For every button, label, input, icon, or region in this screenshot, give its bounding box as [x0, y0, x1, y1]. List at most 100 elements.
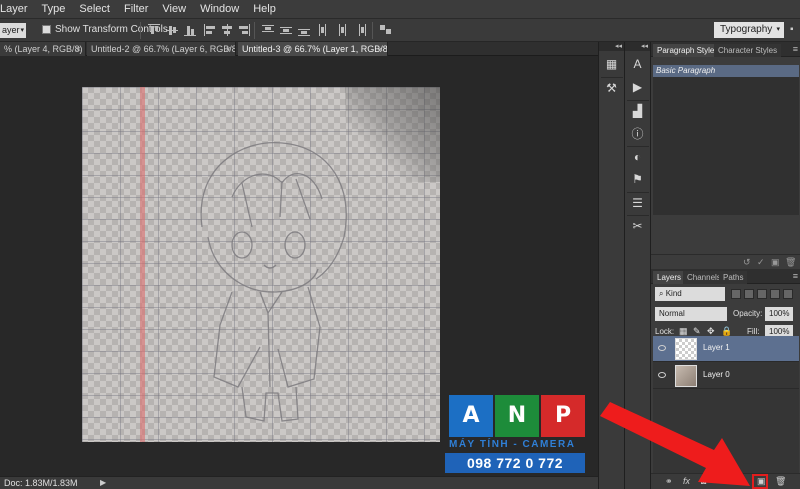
distribute-vcenter-icon[interactable] — [280, 24, 292, 36]
collapse-icon[interactable]: ◂◂ — [599, 42, 624, 51]
info-icon[interactable]: ⓘ — [627, 123, 649, 143]
new-style-icon[interactable]: ▣ — [771, 257, 780, 268]
logo-letter-p: P — [541, 395, 585, 437]
tab-untitled-3[interactable]: Untitled-3 @ 66.7% (Layer 1, RGB/8) * × — [238, 42, 388, 56]
align-vcenter-icon[interactable] — [166, 24, 178, 36]
panel-menu-icon[interactable]: ≡ — [793, 271, 798, 281]
layer-thumbnail — [675, 338, 697, 360]
layer-name: Layer 1 — [703, 343, 730, 352]
paragraph-styles-footer: ↺ ✓ ▣ 🗑 — [651, 254, 800, 269]
clear-override-icon[interactable]: ↺ — [743, 257, 751, 268]
align-top-icon[interactable] — [148, 24, 160, 36]
play-icon[interactable]: ▶ — [100, 478, 106, 487]
eye-icon[interactable] — [658, 372, 666, 378]
blend-row: Normal Opacity: 100% — [655, 307, 797, 321]
redefine-style-icon[interactable]: ✓ — [757, 257, 765, 268]
paragraph-styles-tabs: Paragraph Styles Character Styles ≡ — [651, 42, 800, 57]
filter-smart-object-icon[interactable] — [783, 289, 793, 299]
logo-phone: 098 772 0 772 — [445, 453, 585, 473]
adjustments-icon[interactable]: ◐ — [626, 146, 649, 166]
close-icon[interactable]: × — [76, 42, 81, 56]
panel-menu-icon[interactable]: ≡ — [793, 44, 798, 54]
trash-icon[interactable]: 🗑 — [775, 476, 786, 487]
logo-tagline: MÁY TÍNH - CAMERA — [449, 439, 576, 450]
anp-logo: A N P MÁY TÍNH - CAMERA 098 772 0 772 — [445, 395, 585, 478]
logo-letter-a: A — [449, 395, 493, 437]
tab-character-styles[interactable]: Character Styles — [714, 44, 782, 57]
layer-row-layer-1[interactable]: Layer 1 — [653, 336, 799, 362]
distribute-right-icon[interactable] — [354, 24, 366, 36]
lock-label: Lock: — [655, 327, 675, 336]
character-icon[interactable]: A — [627, 54, 649, 74]
menu-window[interactable]: Window — [193, 0, 246, 19]
sketch-drawing — [200, 141, 347, 422]
opacity-input[interactable]: 100% — [765, 307, 793, 321]
tab-layer4[interactable]: % (Layer 4, RGB/8) * × — [0, 42, 86, 56]
history-icon[interactable]: ▦ — [601, 54, 623, 74]
opacity-label: Opacity: — [733, 309, 763, 318]
filter-kind-select[interactable]: ⌕ Kind — [655, 287, 725, 301]
close-icon[interactable]: × — [226, 42, 231, 56]
auto-select-dropdown[interactable]: ayer ▾ — [0, 23, 26, 38]
list-item[interactable]: Basic Paragraph — [653, 65, 799, 77]
filter-adjustment-icon[interactable] — [744, 289, 754, 299]
menu-type[interactable]: Type — [35, 0, 73, 19]
document-tabs: % (Layer 4, RGB/8) * × Untitled-2 @ 66.7… — [0, 42, 598, 56]
layer-row-layer-0[interactable]: Layer 0 — [653, 363, 799, 389]
menu-filter[interactable]: Filter — [117, 0, 155, 19]
distribute-hcenter-icon[interactable] — [336, 24, 348, 36]
search-icon: ⌕ — [659, 289, 666, 298]
filter-shape-icon[interactable] — [770, 289, 780, 299]
chevron-down-icon: ▾ — [776, 26, 780, 33]
filter-row: ⌕ Kind — [655, 287, 797, 301]
logo-letter-n: N — [495, 395, 539, 437]
workspace-switcher[interactable]: Typography ▾ — [714, 22, 784, 38]
distribute-left-icon[interactable] — [318, 24, 330, 36]
actions-icon[interactable]: ▶ — [627, 77, 649, 97]
menu-bar: Layer Type Select Filter View Window Hel… — [0, 0, 800, 19]
filter-kind-value: Kind — [665, 289, 682, 298]
align-hcenter-icon[interactable] — [221, 24, 233, 36]
menu-select[interactable]: Select — [72, 0, 117, 19]
separator — [140, 22, 141, 39]
distribute-bottom-icon[interactable] — [298, 24, 310, 36]
status-bar: Doc: 1.83M/1.83M ▶ — [0, 476, 598, 489]
tab-layers[interactable]: Layers — [653, 271, 686, 284]
doc-size[interactable]: Doc: 1.83M/1.83M — [4, 477, 78, 489]
menu-view[interactable]: View — [155, 0, 193, 19]
tab-label: % (Layer 4, RGB/8) * — [4, 44, 86, 54]
fill-label: Fill: — [747, 327, 760, 336]
layers-tabs: Layers Channels Paths ≡ — [651, 269, 800, 284]
brush-presets-icon[interactable]: ✂ — [626, 215, 649, 235]
align-bottom-icon[interactable] — [184, 24, 196, 36]
align-left-icon[interactable] — [204, 24, 216, 36]
menu-layer[interactable]: Layer — [0, 0, 35, 19]
tool-presets-icon[interactable]: ⚒ — [600, 77, 623, 97]
canvas[interactable] — [82, 87, 440, 442]
options-bar: ayer ▾ Show Transform Controls Typograph… — [0, 19, 800, 42]
layer-name: Layer 0 — [703, 370, 730, 379]
filter-pixel-icon[interactable] — [731, 289, 741, 299]
navigator-icon[interactable]: ⚑ — [627, 169, 649, 189]
panel-menu-icon[interactable]: ▪ — [790, 24, 794, 35]
tab-paths[interactable]: Paths — [719, 271, 748, 284]
auto-align-icon[interactable] — [380, 24, 392, 36]
filter-type-icon[interactable] — [757, 289, 767, 299]
align-right-icon[interactable] — [238, 24, 250, 36]
trash-icon[interactable]: 🗑 — [785, 257, 796, 268]
close-icon[interactable]: × — [378, 42, 383, 56]
distribute-top-icon[interactable] — [262, 24, 274, 36]
workspace-label: Typography — [720, 24, 773, 35]
show-transform-checkbox[interactable] — [42, 25, 51, 34]
histogram-icon[interactable]: ▟ — [626, 100, 649, 120]
eye-icon[interactable] — [658, 345, 666, 351]
properties-icon[interactable]: ☰ — [626, 192, 649, 212]
tab-untitled-2[interactable]: Untitled-2 @ 66.7% (Layer 6, RGB/8) * × — [87, 42, 236, 56]
paragraph-styles-list: Basic Paragraph — [653, 65, 799, 215]
tab-label: Untitled-2 @ 66.7% (Layer 6, RGB/8) * — [91, 44, 236, 54]
menu-help[interactable]: Help — [246, 0, 283, 19]
separator — [254, 22, 255, 39]
tab-paragraph-styles[interactable]: Paragraph Styles — [653, 44, 723, 57]
blend-mode-select[interactable]: Normal — [655, 307, 727, 321]
collapse-icon[interactable]: ◂◂ — [625, 42, 650, 51]
